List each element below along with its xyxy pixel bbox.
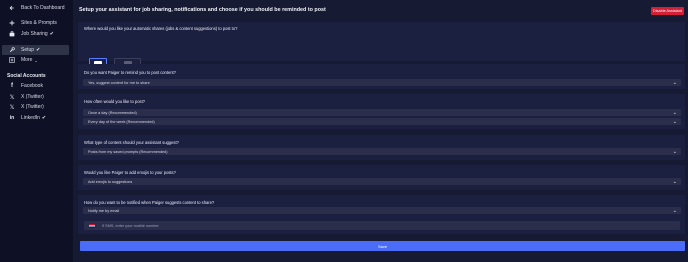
uk-flag-icon: [89, 223, 95, 228]
sidebar-item-job-sharing[interactable]: Job Sharing ✔: [0, 29, 73, 39]
checkmark-icon: ✔: [49, 31, 54, 37]
frequency-select-value: Once a day (Recommended): [88, 110, 137, 115]
facebook-icon: f: [11, 83, 13, 89]
share-destination-card: Where would you like your automatic shar…: [78, 22, 685, 75]
save-button[interactable]: Save: [80, 241, 685, 251]
back-to-dashboard-link[interactable]: Back To Dashboard: [0, 3, 73, 13]
frequency-select[interactable]: Once a day (Recommended) ⌄: [83, 109, 681, 116]
emoji-select-value: Add emojis to suggestions: [88, 179, 133, 184]
sidebar-item-label: Facebook: [21, 83, 43, 89]
content-type-card: What type of content should your assista…: [78, 135, 685, 160]
sidebar-item-more[interactable]: More ⌄: [0, 55, 73, 65]
chevron-down-icon: ⌄: [672, 148, 677, 155]
sidebar-item-twitter-2[interactable]: 𝕏 X (Twitter): [0, 102, 73, 112]
content-type-question: What type of content should your assista…: [84, 140, 179, 145]
emoji-select[interactable]: Add emojis to suggestions ⌄: [83, 178, 681, 185]
briefcase-icon: [6, 29, 18, 39]
arrow-left-icon: [6, 3, 18, 13]
sidebar-item-setup[interactable]: Setup ✔: [2, 45, 69, 55]
chevron-down-icon: ⌄: [672, 207, 677, 214]
social-accounts-heading: Social Accounts: [7, 73, 46, 79]
emoji-card: Would you like Paiger to add emojis to y…: [78, 165, 685, 190]
notification-question: How do you want to be notified when Paig…: [84, 200, 215, 205]
sidebar-item-label: More: [21, 57, 33, 63]
content-type-select[interactable]: Posts from my saved prompts (Recommended…: [83, 148, 681, 155]
chevron-down-icon: ⌄: [672, 178, 677, 185]
linkedin-icon: in: [9, 115, 15, 121]
sidebar-item-linkedin[interactable]: in LinkedIn ✔: [0, 113, 73, 123]
sidebar-item-label: LinkedIn: [21, 115, 40, 121]
phone-number-field: [84, 221, 680, 230]
grid-icon: [6, 55, 18, 65]
sidebar-item-twitter-1[interactable]: 𝕏 X (Twitter): [0, 92, 73, 102]
back-to-dashboard-label: Back To Dashboard: [21, 5, 65, 11]
notification-select[interactable]: Notify me by email ⌄: [83, 207, 681, 214]
x-twitter-icon: 𝕏: [9, 94, 15, 101]
sidebar-item-label: X (Twitter): [21, 94, 44, 100]
frequency-question: How often would you like to post?: [84, 99, 145, 104]
sidebar-item-label: X (Twitter): [21, 104, 44, 110]
checkmark-icon: ✔: [36, 47, 41, 53]
chevron-down-icon: ⌄: [34, 57, 38, 63]
wrench-icon: [6, 45, 18, 55]
content-type-select-value: Posts from my saved prompts (Recommended…: [88, 149, 168, 154]
share-destination-question: Where would you like your automatic shar…: [84, 26, 238, 31]
remind-select-value: Yes, suggest content for me to share: [88, 80, 150, 85]
chevron-down-icon: ⌄: [672, 109, 677, 116]
days-select[interactable]: Every day of the week (Recommended) ⌄: [83, 118, 681, 125]
sidebar-item-label: Setup: [21, 47, 35, 53]
notification-select-value: Notify me by email: [88, 208, 120, 213]
plus-icon: [6, 18, 18, 28]
sidebar-item-sites-prompts[interactable]: Sites & Prompts: [0, 18, 73, 28]
sidebar-item-label: Job Sharing: [21, 31, 48, 37]
days-select-value: Every day of the week (Recommended): [88, 119, 155, 124]
remind-select[interactable]: Yes, suggest content for me to share ⌄: [83, 79, 681, 86]
remind-question: Do you want Paiger to remind you to post…: [84, 70, 176, 75]
frequency-card: How often would you like to post? Once a…: [78, 94, 685, 129]
checkmark-icon: ✔: [41, 115, 47, 121]
chevron-down-icon: ⌄: [672, 118, 677, 125]
emoji-question: Would you like Paiger to add emojis to y…: [84, 170, 176, 175]
sidebar-item-facebook[interactable]: f Facebook: [0, 81, 73, 91]
x-twitter-icon: 𝕏: [9, 104, 15, 111]
mobile-number-input[interactable]: [102, 222, 302, 229]
page-title: Setup your assistant for job sharing, no…: [79, 7, 326, 13]
remind-card: Do you want Paiger to remind you to post…: [78, 64, 685, 89]
sidebar-item-label: Sites & Prompts: [21, 20, 57, 26]
chevron-down-icon: ⌄: [672, 79, 677, 86]
disable-assistant-button[interactable]: Disable Assistant: [651, 7, 684, 15]
sidebar: Back To Dashboard Sites & Prompts Job Sh…: [0, 0, 73, 262]
